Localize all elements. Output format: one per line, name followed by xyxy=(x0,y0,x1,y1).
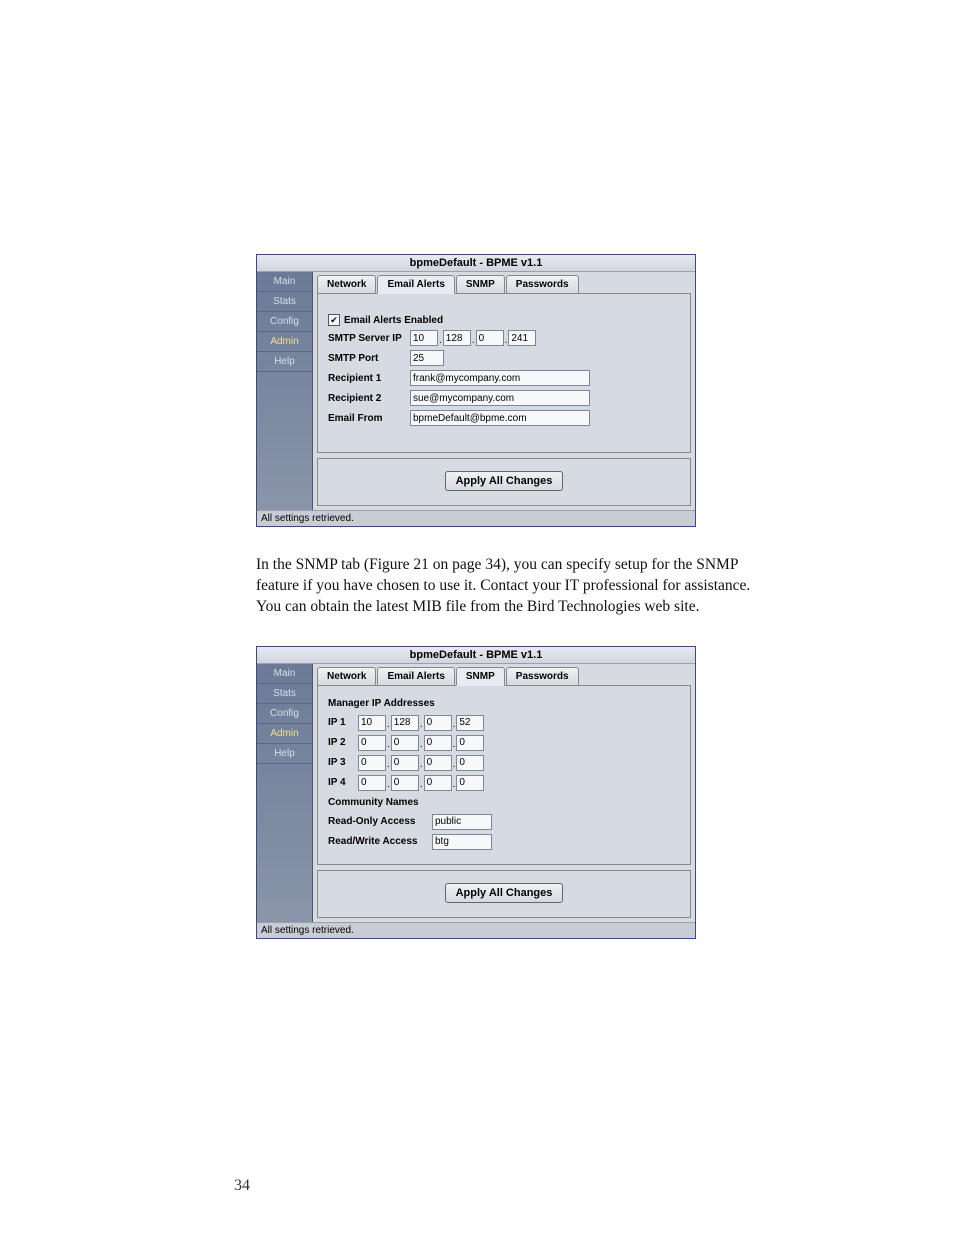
sidebar: Main Stats Config Admin Help xyxy=(257,664,313,922)
app-window-email-alerts: bpmeDefault - BPME v1.1 Main Stats Confi… xyxy=(256,254,696,527)
email-alerts-enabled-label: Email Alerts Enabled xyxy=(344,315,443,326)
ip4-label: IP 4 xyxy=(328,777,358,788)
ip3-oct4[interactable] xyxy=(456,755,484,771)
recipient2-input[interactable] xyxy=(410,390,590,406)
read-only-label: Read-Only Access xyxy=(328,816,432,827)
apply-all-changes-button[interactable]: Apply All Changes xyxy=(445,883,564,903)
smtp-ip-oct-1[interactable] xyxy=(410,330,438,346)
ip2-oct3[interactable] xyxy=(424,735,452,751)
sidebar-item-admin[interactable]: Admin xyxy=(257,724,312,744)
titlebar: bpmeDefault - BPME v1.1 xyxy=(257,647,695,664)
sidebar: Main Stats Config Admin Help xyxy=(257,272,313,510)
recipient1-input[interactable] xyxy=(410,370,590,386)
sidebar-item-main[interactable]: Main xyxy=(257,272,312,292)
ip4-oct4[interactable] xyxy=(456,775,484,791)
ip2-oct1[interactable] xyxy=(358,735,386,751)
page-number: 34 xyxy=(234,1177,250,1195)
ip4-oct2[interactable] xyxy=(391,775,419,791)
sidebar-item-stats[interactable]: Stats xyxy=(257,684,312,704)
smtp-server-ip-label: SMTP Server IP xyxy=(328,333,410,344)
ip1-oct4[interactable] xyxy=(456,715,484,731)
manager-ip-heading: Manager IP Addresses xyxy=(328,698,680,709)
ip1-label: IP 1 xyxy=(328,717,358,728)
ip2-oct4[interactable] xyxy=(456,735,484,751)
body-paragraph: In the SNMP tab (Figure 21 on page 34), … xyxy=(256,555,756,618)
sidebar-item-help[interactable]: Help xyxy=(257,352,312,372)
tabs: Network Email Alerts SNMP Passwords xyxy=(313,272,695,294)
sidebar-item-admin[interactable]: Admin xyxy=(257,332,312,352)
ip4-oct3[interactable] xyxy=(424,775,452,791)
tab-email-alerts[interactable]: Email Alerts xyxy=(377,275,454,294)
apply-row: Apply All Changes xyxy=(317,458,691,506)
tab-email-alerts[interactable]: Email Alerts xyxy=(377,667,454,686)
ip4-oct1[interactable] xyxy=(358,775,386,791)
email-alerts-enabled-checkbox[interactable]: ✔ xyxy=(328,314,340,326)
ip3-oct2[interactable] xyxy=(391,755,419,771)
tab-passwords[interactable]: Passwords xyxy=(506,275,579,294)
read-only-input[interactable] xyxy=(432,814,492,830)
sidebar-item-help[interactable]: Help xyxy=(257,744,312,764)
ip1-oct2[interactable] xyxy=(391,715,419,731)
app-window-snmp: bpmeDefault - BPME v1.1 Main Stats Confi… xyxy=(256,646,696,939)
sidebar-item-config[interactable]: Config xyxy=(257,704,312,724)
smtp-ip-oct-4[interactable] xyxy=(508,330,536,346)
ip3-label: IP 3 xyxy=(328,757,358,768)
smtp-port-label: SMTP Port xyxy=(328,353,410,364)
recipient1-label: Recipient 1 xyxy=(328,373,410,384)
ip2-label: IP 2 xyxy=(328,737,358,748)
email-from-label: Email From xyxy=(328,413,410,424)
tabs: Network Email Alerts SNMP Passwords xyxy=(313,664,695,686)
ip1-oct3[interactable] xyxy=(424,715,452,731)
smtp-port-input[interactable] xyxy=(410,350,444,366)
community-names-heading: Community Names xyxy=(328,797,680,808)
tab-network[interactable]: Network xyxy=(317,667,376,686)
read-write-label: Read/Write Access xyxy=(328,836,432,847)
smtp-ip-oct-3[interactable] xyxy=(476,330,504,346)
sidebar-item-config[interactable]: Config xyxy=(257,312,312,332)
recipient2-label: Recipient 2 xyxy=(328,393,410,404)
statusbar: All settings retrieved. xyxy=(257,510,695,526)
apply-all-changes-button[interactable]: Apply All Changes xyxy=(445,471,564,491)
apply-row: Apply All Changes xyxy=(317,870,691,918)
tab-network[interactable]: Network xyxy=(317,275,376,294)
sidebar-item-main[interactable]: Main xyxy=(257,664,312,684)
statusbar: All settings retrieved. xyxy=(257,922,695,938)
ip2-oct2[interactable] xyxy=(391,735,419,751)
ip1-oct1[interactable] xyxy=(358,715,386,731)
tab-panel-email-alerts: ✔ Email Alerts Enabled SMTP Server IP . … xyxy=(317,293,691,453)
email-from-input[interactable] xyxy=(410,410,590,426)
tab-panel-snmp: Manager IP Addresses IP 1 . . . IP 2 . .… xyxy=(317,685,691,865)
ip3-oct1[interactable] xyxy=(358,755,386,771)
smtp-ip-oct-2[interactable] xyxy=(443,330,471,346)
tab-snmp[interactable]: SNMP xyxy=(456,275,505,294)
sidebar-item-stats[interactable]: Stats xyxy=(257,292,312,312)
read-write-input[interactable] xyxy=(432,834,492,850)
titlebar: bpmeDefault - BPME v1.1 xyxy=(257,255,695,272)
tab-passwords[interactable]: Passwords xyxy=(506,667,579,686)
ip3-oct3[interactable] xyxy=(424,755,452,771)
tab-snmp[interactable]: SNMP xyxy=(456,667,505,686)
